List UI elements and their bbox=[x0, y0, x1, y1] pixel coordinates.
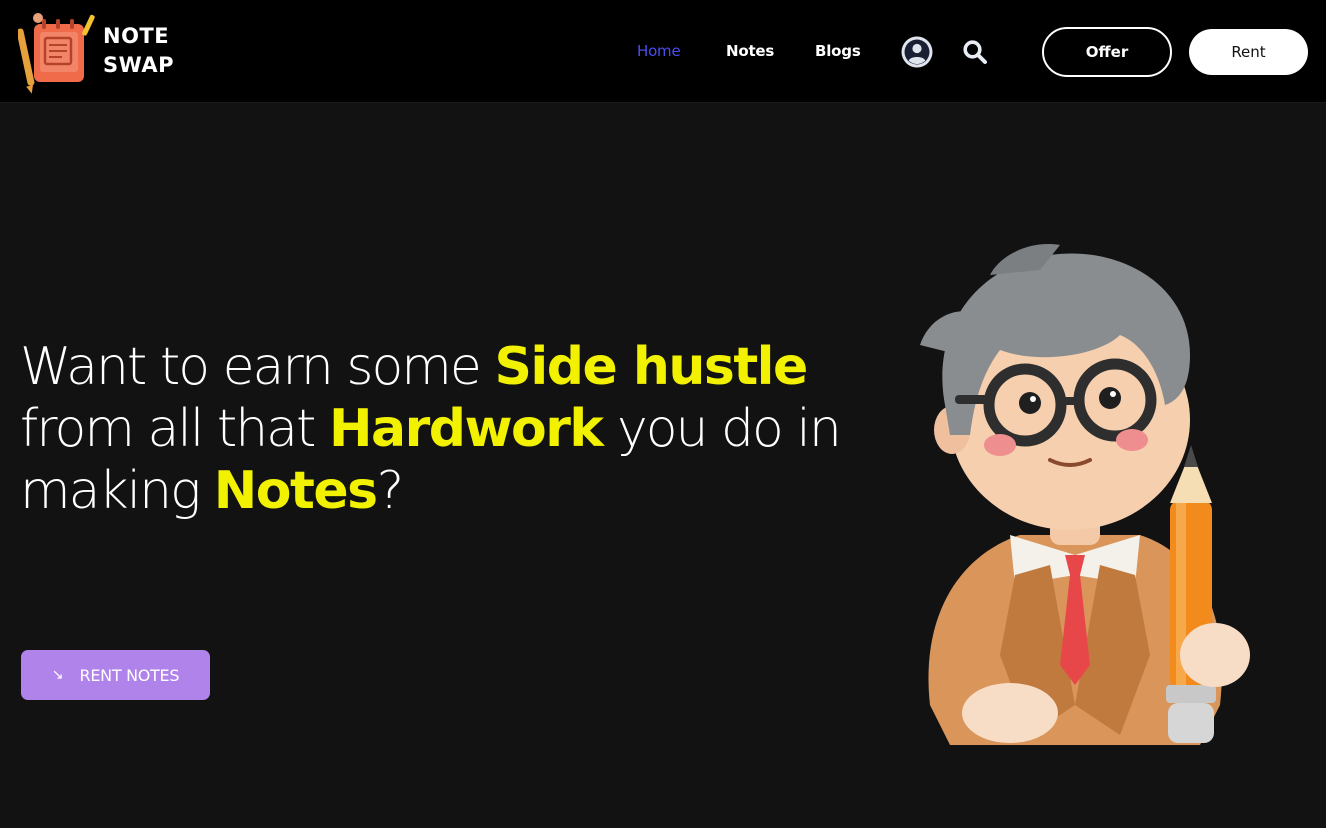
brand-home-link[interactable]: NOTE SWAP bbox=[18, 10, 208, 94]
arrow-down-right-icon: ↘ bbox=[51, 667, 64, 683]
heading-text-2: from all that bbox=[20, 399, 329, 459]
hero-heading: Want to earn some Side hustle from all t… bbox=[20, 336, 880, 522]
notepad-pencil-logo bbox=[18, 13, 95, 94]
user-circle-icon bbox=[901, 36, 933, 68]
brand-name: NOTE SWAP bbox=[103, 22, 174, 80]
rent-notes-button[interactable]: ↘ RENT NOTES bbox=[21, 650, 210, 700]
search-icon bbox=[963, 40, 987, 64]
rent-notes-label: RENT NOTES bbox=[79, 665, 180, 685]
nav-notes-link[interactable]: Notes bbox=[726, 40, 774, 62]
heading-highlight-side-hustle: Side hustle bbox=[494, 337, 808, 397]
user-account-button[interactable] bbox=[900, 35, 934, 69]
heading-highlight-notes: Notes bbox=[213, 461, 378, 521]
search-button[interactable] bbox=[958, 35, 992, 69]
heading-text-1: Want to earn some bbox=[20, 337, 495, 397]
brand-line-2: SWAP bbox=[103, 53, 174, 77]
navbar: NOTE SWAP Home Notes Blogs Offer Rent bbox=[0, 0, 1326, 103]
brand-line-1: NOTE bbox=[103, 24, 170, 48]
rent-button[interactable]: Rent bbox=[1189, 29, 1308, 75]
heading-text-4: ? bbox=[376, 461, 405, 521]
nav-home-link[interactable]: Home bbox=[637, 40, 681, 62]
student-mascot-illustration bbox=[920, 244, 1250, 745]
nav-blogs-link[interactable]: Blogs bbox=[815, 40, 861, 62]
offer-button[interactable]: Offer bbox=[1042, 27, 1172, 77]
page: NOTE SWAP Home Notes Blogs Offer Rent Wa… bbox=[0, 0, 1326, 828]
heading-highlight-hardwork: Hardwork bbox=[328, 399, 604, 459]
